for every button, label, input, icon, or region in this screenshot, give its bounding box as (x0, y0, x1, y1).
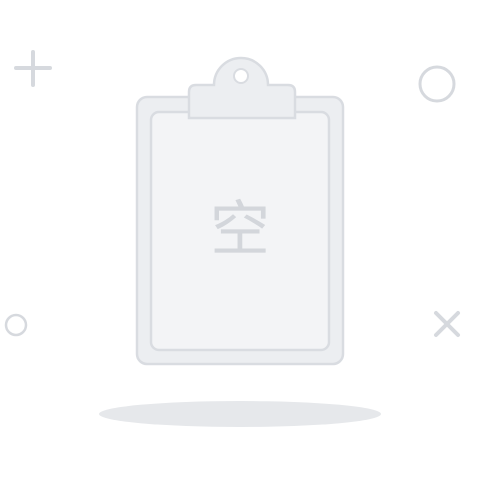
plus-icon (14, 50, 52, 87)
circle-icon (418, 65, 456, 103)
circle-icon (4, 313, 28, 337)
clipboard-shadow (99, 401, 381, 427)
empty-state: 空 (0, 0, 480, 480)
close-icon (434, 311, 460, 337)
empty-label: 空 (210, 195, 270, 265)
